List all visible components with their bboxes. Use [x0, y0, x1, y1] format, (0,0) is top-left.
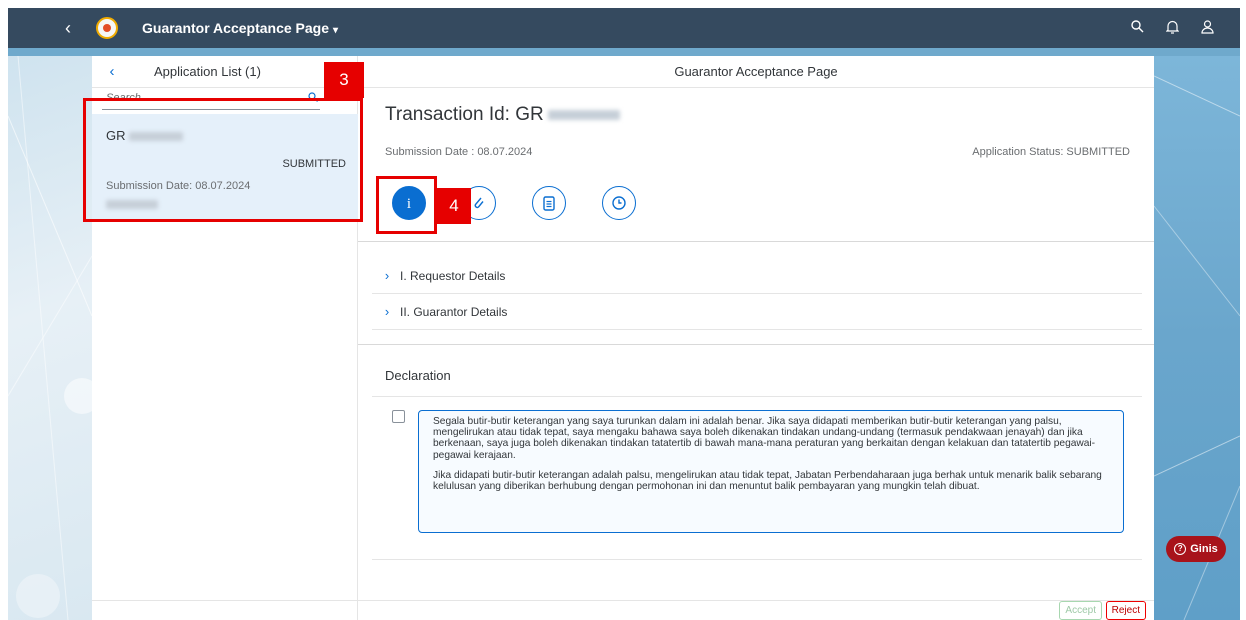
submission-date: Submission Date : 08.07.2024 [385, 146, 533, 158]
divider [358, 344, 1154, 345]
detail-panel: Guarantor Acceptance Page Transaction Id… [358, 56, 1154, 620]
chevron-right-icon: › [384, 268, 390, 283]
divider [372, 559, 1142, 560]
section-label: II. Guarantor Details [400, 304, 508, 319]
ginis-label: Ginis [1190, 543, 1218, 555]
ginis-help-button[interactable]: ? Ginis [1166, 536, 1226, 562]
callout-box-3 [83, 98, 363, 222]
master-header: ‹ Application List (1) [92, 56, 357, 88]
master-footer [92, 600, 358, 620]
app-title-menu[interactable]: Guarantor Acceptance Page ▾ [142, 20, 338, 36]
application-status: Application Status: SUBMITTED [972, 146, 1130, 158]
transaction-id-label: Transaction Id: GR [385, 104, 544, 125]
chevron-right-icon: › [384, 304, 390, 319]
background-left [8, 56, 92, 620]
user-icon[interactable] [1201, 19, 1214, 37]
icon-tab-bar: i [358, 172, 1154, 242]
master-title: Application List (1) [154, 64, 261, 79]
accept-button[interactable]: Accept [1059, 601, 1102, 620]
section-requestor-details[interactable]: › I. Requestor Details [372, 258, 1142, 294]
declaration-title: Declaration [385, 368, 451, 383]
chevron-down-icon: ▾ [333, 25, 339, 36]
declaration-paragraph: Segala butir-butir keterangan yang saya … [433, 416, 1096, 461]
detail-header: Guarantor Acceptance Page [358, 56, 1154, 88]
shell-bar: ‹ Guarantor Acceptance Page ▾ [8, 8, 1240, 48]
callout-label-4: 4 [437, 188, 471, 224]
clock-icon[interactable] [602, 186, 636, 220]
app-title: Guarantor Acceptance Page [142, 20, 329, 36]
search-icon[interactable] [1131, 20, 1144, 36]
transaction-id: Transaction Id: GR [385, 104, 620, 126]
chevron-left-icon[interactable]: ‹ [92, 63, 132, 80]
declaration-text: Segala butir-butir keterangan yang saya … [418, 410, 1124, 533]
bell-icon[interactable] [1165, 20, 1180, 37]
callout-box-4 [376, 176, 437, 234]
app-logo[interactable] [96, 17, 118, 39]
clipboard-icon[interactable] [532, 186, 566, 220]
callout-label-3: 3 [324, 62, 364, 98]
section-label: I. Requestor Details [400, 268, 506, 283]
redacted-transaction-id [547, 109, 620, 120]
back-icon[interactable]: ‹ [44, 18, 92, 39]
reject-button[interactable]: Reject [1105, 601, 1146, 620]
section-guarantor-details[interactable]: › II. Guarantor Details [372, 294, 1142, 330]
footer-toolbar: Accept Reject [358, 600, 1154, 620]
declaration-checkbox[interactable] [392, 410, 405, 423]
question-circle-icon: ? [1174, 543, 1187, 555]
declaration-paragraph: Jika didapati butir-butir keterangan ada… [433, 469, 1102, 493]
shell-actions [1131, 19, 1214, 37]
divider [372, 396, 1142, 397]
